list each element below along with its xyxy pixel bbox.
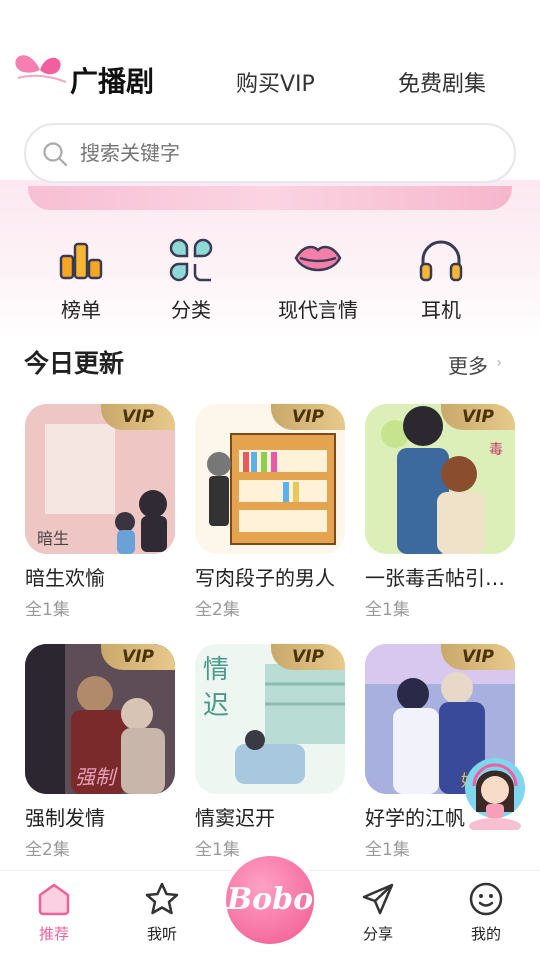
search-icon xyxy=(43,142,68,167)
category-headphones[interactable]: 耳机 xyxy=(386,236,496,323)
bobo-logo: Bobo xyxy=(226,856,314,944)
header: 广播剧 购买VIP 免费剧集 xyxy=(0,40,540,120)
vip-badge: VIP xyxy=(101,404,175,430)
banner-carousel[interactable] xyxy=(28,186,512,210)
category-modern-romance-label: 现代言情 xyxy=(278,298,358,322)
lips-icon xyxy=(294,245,342,272)
drama-episodes: 全2集 xyxy=(195,600,240,620)
drama-card[interactable]: VIP 写肉段子的男人 全2集 xyxy=(195,404,347,620)
home-icon xyxy=(38,883,70,916)
search-input[interactable] xyxy=(80,125,480,181)
drama-episodes: 全1集 xyxy=(365,600,410,620)
vip-badge: VIP xyxy=(271,644,345,670)
star-icon xyxy=(145,882,179,915)
free-episodes-link[interactable]: 免费剧集 xyxy=(398,66,486,98)
drama-title: 暗生欢愉 xyxy=(25,566,105,590)
category-ranking[interactable]: 榜单 xyxy=(26,236,136,323)
section-title: 今日更新 xyxy=(24,349,125,378)
drama-title: 写肉段子的男人 xyxy=(195,566,335,590)
svg-text:毒: 毒 xyxy=(489,442,503,458)
ranking-icon xyxy=(59,242,103,280)
butterfly-logo-icon xyxy=(15,55,67,83)
search-bar[interactable] xyxy=(24,123,516,183)
buy-vip-link[interactable]: 购买VIP xyxy=(236,66,315,98)
vip-badge: VIP xyxy=(441,644,515,670)
tab-mine[interactable]: 我的 xyxy=(446,881,526,944)
drama-card[interactable]: 强制 VIP 强制发情 全2集 xyxy=(25,644,177,860)
drama-episodes: 全1集 xyxy=(25,600,70,620)
drama-cover: 情 迟 VIP xyxy=(195,644,345,794)
drama-cover: VIP xyxy=(195,404,345,554)
category-icon xyxy=(169,238,213,282)
svg-text:强制: 强制 xyxy=(75,765,118,789)
more-link[interactable]: 更多 xyxy=(448,350,488,379)
headphones-icon xyxy=(419,240,463,282)
drama-title: 一张毒舌帖引起的悲剧 xyxy=(365,566,515,590)
drama-episodes: 全2集 xyxy=(25,840,70,860)
category-classify-label: 分类 xyxy=(171,298,211,322)
tab-share[interactable]: 分享 xyxy=(338,881,418,944)
smile-icon xyxy=(469,882,503,916)
chevron-right-icon: › xyxy=(496,355,502,371)
vip-badge: VIP xyxy=(271,404,345,430)
tab-mine-label: 我的 xyxy=(470,925,501,943)
category-row: 榜单 分类 现代言情 耳机 xyxy=(0,236,540,326)
category-ranking-label: 榜单 xyxy=(61,298,101,322)
drama-cover: 强制 VIP xyxy=(25,644,175,794)
category-modern-romance[interactable]: 现代言情 xyxy=(263,236,373,323)
tab-listening-label: 我听 xyxy=(146,925,177,943)
drama-cover: 毒 VIP xyxy=(365,404,515,554)
send-icon xyxy=(362,883,394,915)
drama-title: 强制发情 xyxy=(25,806,105,830)
assistant-avatar-icon[interactable] xyxy=(464,750,526,830)
tab-recommend[interactable]: 推荐 xyxy=(14,881,94,944)
drama-title: 情窦迟开 xyxy=(195,806,275,830)
drama-card[interactable]: 暗生 VIP 暗生欢愉 全1集 xyxy=(25,404,177,620)
tab-listening[interactable]: 我听 xyxy=(122,881,202,944)
tab-recommend-label: 推荐 xyxy=(38,925,69,943)
category-headphones-label: 耳机 xyxy=(421,298,461,322)
vip-badge: VIP xyxy=(101,644,175,670)
drama-episodes: 全1集 xyxy=(365,840,410,860)
vip-badge: VIP xyxy=(441,404,515,430)
category-classify[interactable]: 分类 xyxy=(136,236,246,323)
center-play-button[interactable]: Bobo xyxy=(222,852,318,948)
svg-text:情: 情 xyxy=(203,655,229,685)
app-title: 广播剧 xyxy=(70,65,155,98)
tab-share-label: 分享 xyxy=(362,925,393,943)
svg-text:迟: 迟 xyxy=(203,691,229,721)
drama-card[interactable]: 情 迟 VIP 情窦迟开 全1集 xyxy=(195,644,347,860)
drama-card[interactable]: 毒 VIP 一张毒舌帖引起的悲剧 全1集 xyxy=(365,404,517,620)
drama-cover: 暗生 VIP xyxy=(25,404,175,554)
svg-text:暗生: 暗生 xyxy=(37,529,69,548)
